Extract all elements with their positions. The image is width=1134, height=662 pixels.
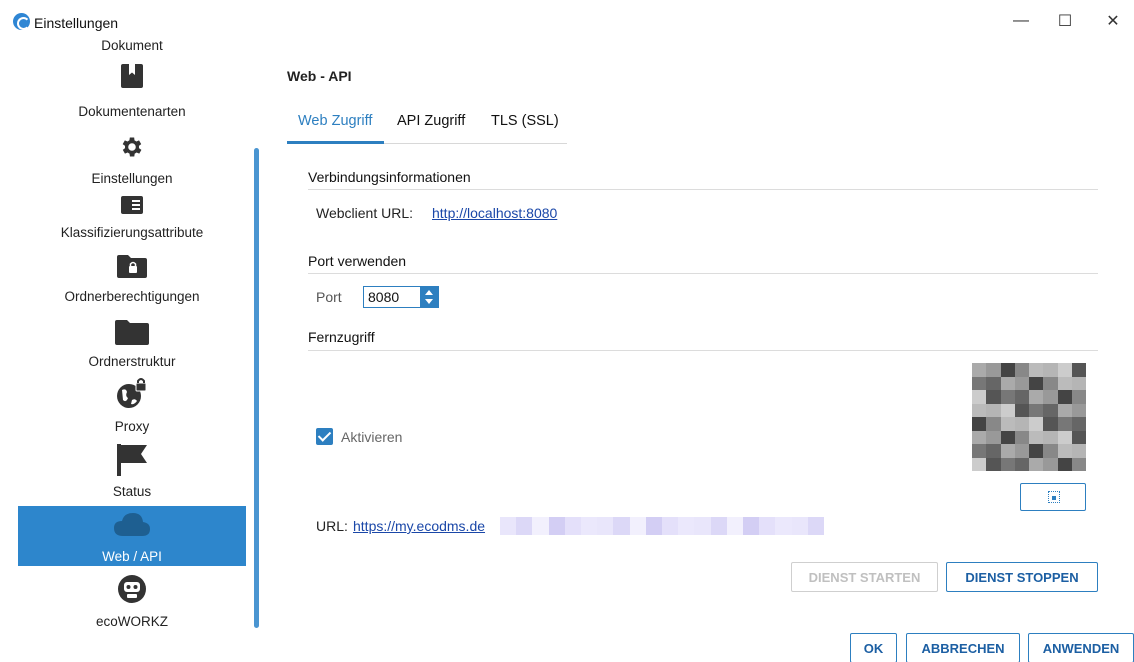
tab-web-zugriff[interactable]: Web Zugriff: [298, 113, 372, 129]
remote-url-label: URL:: [316, 518, 348, 534]
apply-button[interactable]: ANWENDEN: [1028, 633, 1134, 662]
chevron-down-icon[interactable]: [425, 299, 433, 304]
port-spinner[interactable]: [420, 287, 438, 307]
sidebar-item-dokument[interactable]: Dokument: [18, 40, 246, 56]
redacted-url-part: [500, 517, 825, 535]
sidebar-item-status[interactable]: Status: [18, 444, 246, 500]
page-title: Web - API: [287, 68, 352, 84]
sidebar-item-ordnerstruktur[interactable]: Ordnerstruktur: [18, 317, 246, 373]
section-title-remote: Fernzugriff: [308, 329, 375, 345]
sidebar-item-klassifizierungsattribute[interactable]: Klassifizierungsattribute: [18, 196, 246, 244]
flag-icon: [117, 444, 147, 476]
close-button[interactable]: ✕: [1090, 6, 1134, 36]
sidebar-item-label: Ordnerstruktur: [88, 354, 176, 369]
title-bar: Einstellungen — ☐ ✕: [0, 0, 1134, 40]
sidebar-item-label: Ordnerberechtigungen: [64, 289, 200, 304]
app-logo-icon: [13, 13, 30, 30]
minimize-button[interactable]: —: [998, 6, 1044, 36]
globe-lock-icon: [117, 378, 147, 408]
sidebar-item-label: Status: [112, 484, 152, 499]
activate-checkbox[interactable]: [316, 428, 333, 445]
activate-label: Aktivieren: [341, 429, 403, 445]
sidebar-item-label: Web / API: [102, 549, 162, 564]
webclient-url-link[interactable]: http://localhost:8080: [432, 205, 557, 221]
tab-tls-ssl[interactable]: TLS (SSL): [491, 113, 559, 129]
port-stepper[interactable]: [363, 286, 439, 308]
sidebar-item-web-api[interactable]: Web / API: [18, 506, 246, 566]
sidebar-scrollbar[interactable]: [254, 148, 259, 628]
sidebar-item-label: Dokument: [101, 40, 163, 53]
robot-icon: [118, 575, 146, 603]
maximize-button[interactable]: ☐: [1042, 6, 1088, 36]
sidebar-item-label: Proxy: [114, 419, 150, 434]
list-card-icon: [121, 196, 143, 214]
ok-button[interactable]: OK: [850, 633, 897, 662]
section-title-port: Port verwenden: [308, 253, 407, 269]
settings-sidebar: Dokument Dokumentenarten Einstellungen K…: [0, 40, 262, 662]
section-divider: [308, 273, 1098, 274]
start-service-button[interactable]: DIENST STARTEN: [791, 562, 938, 592]
webclient-url-label: Webclient URL:: [316, 205, 414, 221]
chevron-up-icon[interactable]: [425, 290, 433, 295]
cloud-icon: [114, 513, 150, 536]
folder-lock-icon: [117, 255, 147, 278]
gear-icon: [122, 137, 142, 157]
bookmark-icon: [121, 64, 143, 88]
sidebar-item-proxy[interactable]: Proxy: [18, 378, 246, 438]
port-label: Port: [316, 289, 342, 305]
qr-code-image: [972, 363, 1086, 471]
sidebar-item-einstellungen[interactable]: Einstellungen: [18, 134, 246, 186]
sidebar-item-ordnerberechtigungen[interactable]: Ordnerberechtigungen: [18, 252, 246, 308]
active-tab-indicator: [287, 141, 384, 144]
remote-url-link[interactable]: https://my.ecodms.de: [353, 518, 485, 534]
window-title: Einstellungen: [34, 15, 119, 31]
tab-bar: Web Zugriff API Zugriff TLS (SSL): [287, 104, 567, 144]
qr-lock-icon: [1048, 491, 1060, 503]
sidebar-item-dokumentenarten[interactable]: Dokumentenarten: [18, 62, 246, 120]
section-divider: [308, 189, 1098, 190]
folder-icon: [115, 320, 149, 345]
port-input[interactable]: [368, 288, 418, 306]
sidebar-item-label: Einstellungen: [91, 171, 173, 186]
tab-api-zugriff[interactable]: API Zugriff: [397, 113, 465, 129]
sidebar-item-label: Dokumentenarten: [78, 104, 186, 119]
qr-toggle-button[interactable]: [1020, 483, 1086, 511]
sidebar-item-ecoworkz[interactable]: ecoWORKZ: [18, 574, 246, 630]
section-divider: [308, 350, 1098, 351]
stop-service-button[interactable]: DIENST STOPPEN: [946, 562, 1098, 592]
cancel-button[interactable]: ABBRECHEN: [906, 633, 1020, 662]
section-title-connection: Verbindungsinformationen: [308, 169, 471, 185]
sidebar-item-label: Klassifizierungsattribute: [60, 225, 204, 240]
sidebar-item-label: ecoWORKZ: [95, 614, 168, 629]
